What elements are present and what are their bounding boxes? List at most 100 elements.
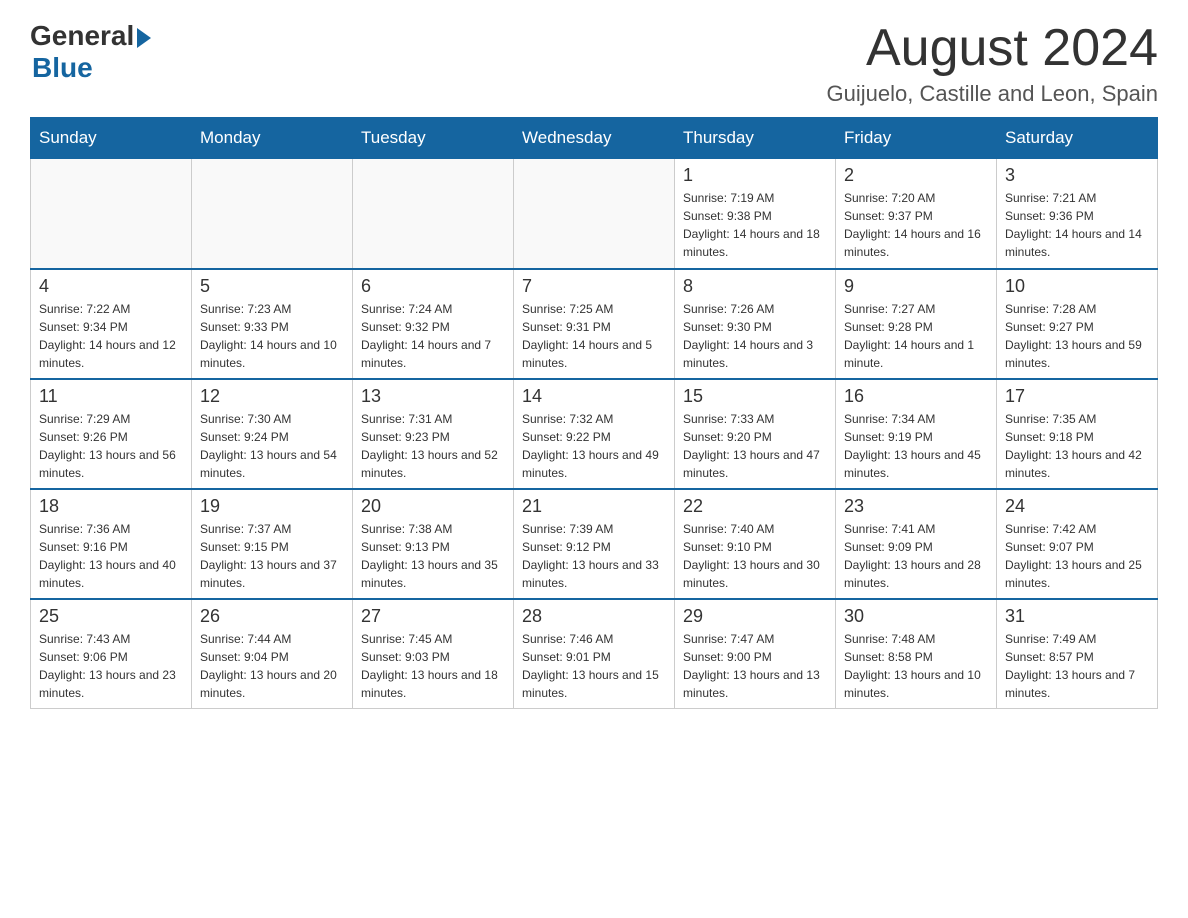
day-number: 25: [39, 606, 183, 627]
day-sun-info: Sunrise: 7:47 AMSunset: 9:00 PMDaylight:…: [683, 630, 827, 702]
calendar-cell: 22 Sunrise: 7:40 AMSunset: 9:10 PMDayligh…: [675, 489, 836, 599]
day-number: 3: [1005, 165, 1149, 186]
day-number: 20: [361, 496, 505, 517]
calendar-cell: 29 Sunrise: 7:47 AMSunset: 9:00 PMDayligh…: [675, 599, 836, 709]
day-number: 26: [200, 606, 344, 627]
day-sun-info: Sunrise: 7:31 AMSunset: 9:23 PMDaylight:…: [361, 410, 505, 482]
day-sun-info: Sunrise: 7:48 AMSunset: 8:58 PMDaylight:…: [844, 630, 988, 702]
day-number: 14: [522, 386, 666, 407]
calendar-cell: 11 Sunrise: 7:29 AMSunset: 9:26 PMDayligh…: [31, 379, 192, 489]
calendar-cell: 18 Sunrise: 7:36 AMSunset: 9:16 PMDayligh…: [31, 489, 192, 599]
day-number: 18: [39, 496, 183, 517]
calendar-cell: [353, 159, 514, 269]
day-number: 2: [844, 165, 988, 186]
calendar-header-wednesday: Wednesday: [514, 118, 675, 159]
day-sun-info: Sunrise: 7:20 AMSunset: 9:37 PMDaylight:…: [844, 189, 988, 261]
calendar-cell: 14Sunrise: 7:32 AMSunset: 9:22 PMDayligh…: [514, 379, 675, 489]
calendar-cell: 24 Sunrise: 7:42 AMSunset: 9:07 PMDayligh…: [997, 489, 1158, 599]
calendar-cell: 26 Sunrise: 7:44 AMSunset: 9:04 PMDayligh…: [192, 599, 353, 709]
day-number: 23: [844, 496, 988, 517]
calendar-header-monday: Monday: [192, 118, 353, 159]
day-number: 28: [522, 606, 666, 627]
day-sun-info: Sunrise: 7:33 AMSunset: 9:20 PMDaylight:…: [683, 410, 827, 482]
day-number: 10: [1005, 276, 1149, 297]
day-number: 16: [844, 386, 988, 407]
calendar-cell: 8 Sunrise: 7:26 AMSunset: 9:30 PMDaylight…: [675, 269, 836, 379]
calendar-header-friday: Friday: [836, 118, 997, 159]
day-number: 30: [844, 606, 988, 627]
day-sun-info: Sunrise: 7:42 AMSunset: 9:07 PMDaylight:…: [1005, 520, 1149, 592]
day-number: 4: [39, 276, 183, 297]
day-sun-info: Sunrise: 7:40 AMSunset: 9:10 PMDaylight:…: [683, 520, 827, 592]
calendar-header-row: SundayMondayTuesdayWednesdayThursdayFrid…: [31, 118, 1158, 159]
day-sun-info: Sunrise: 7:22 AMSunset: 9:34 PMDaylight:…: [39, 300, 183, 372]
calendar-cell: 20Sunrise: 7:38 AMSunset: 9:13 PMDayligh…: [353, 489, 514, 599]
calendar-cell: 16 Sunrise: 7:34 AMSunset: 9:19 PMDayligh…: [836, 379, 997, 489]
day-sun-info: Sunrise: 7:46 AMSunset: 9:01 PMDaylight:…: [522, 630, 666, 702]
day-sun-info: Sunrise: 7:21 AMSunset: 9:36 PMDaylight:…: [1005, 189, 1149, 261]
day-sun-info: Sunrise: 7:30 AMSunset: 9:24 PMDaylight:…: [200, 410, 344, 482]
day-sun-info: Sunrise: 7:26 AMSunset: 9:30 PMDaylight:…: [683, 300, 827, 372]
day-number: 22: [683, 496, 827, 517]
calendar-cell: 5 Sunrise: 7:23 AMSunset: 9:33 PMDaylight…: [192, 269, 353, 379]
calendar-cell: 6 Sunrise: 7:24 AMSunset: 9:32 PMDaylight…: [353, 269, 514, 379]
day-sun-info: Sunrise: 7:29 AMSunset: 9:26 PMDaylight:…: [39, 410, 183, 482]
logo-blue-text: Blue: [32, 52, 93, 84]
day-number: 17: [1005, 386, 1149, 407]
calendar-cell: 1 Sunrise: 7:19 AMSunset: 9:38 PMDaylight…: [675, 159, 836, 269]
day-sun-info: Sunrise: 7:34 AMSunset: 9:19 PMDaylight:…: [844, 410, 988, 482]
calendar-table: SundayMondayTuesdayWednesdayThursdayFrid…: [30, 117, 1158, 709]
day-number: 6: [361, 276, 505, 297]
calendar-header-saturday: Saturday: [997, 118, 1158, 159]
day-number: 11: [39, 386, 183, 407]
day-sun-info: Sunrise: 7:36 AMSunset: 9:16 PMDaylight:…: [39, 520, 183, 592]
day-sun-info: Sunrise: 7:25 AMSunset: 9:31 PMDaylight:…: [522, 300, 666, 372]
day-sun-info: Sunrise: 7:39 AMSunset: 9:12 PMDaylight:…: [522, 520, 666, 592]
day-number: 21: [522, 496, 666, 517]
calendar-cell: [31, 159, 192, 269]
day-number: 12: [200, 386, 344, 407]
logo-general-text: General: [30, 20, 134, 52]
calendar-cell: 28 Sunrise: 7:46 AMSunset: 9:01 PMDayligh…: [514, 599, 675, 709]
calendar-cell: 12 Sunrise: 7:30 AMSunset: 9:24 PMDayligh…: [192, 379, 353, 489]
month-year-title: August 2024: [827, 20, 1158, 77]
logo-arrow-icon: [137, 28, 151, 48]
calendar-cell: 4 Sunrise: 7:22 AMSunset: 9:34 PMDaylight…: [31, 269, 192, 379]
calendar-cell: 31Sunrise: 7:49 AMSunset: 8:57 PMDayligh…: [997, 599, 1158, 709]
calendar-cell: 17 Sunrise: 7:35 AMSunset: 9:18 PMDayligh…: [997, 379, 1158, 489]
day-number: 5: [200, 276, 344, 297]
calendar-cell: 25Sunrise: 7:43 AMSunset: 9:06 PMDayligh…: [31, 599, 192, 709]
calendar-header-tuesday: Tuesday: [353, 118, 514, 159]
calendar-cell: 23Sunrise: 7:41 AMSunset: 9:09 PMDayligh…: [836, 489, 997, 599]
title-section: August 2024 Guijuelo, Castille and Leon,…: [827, 20, 1158, 107]
calendar-header-thursday: Thursday: [675, 118, 836, 159]
calendar-cell: 3 Sunrise: 7:21 AMSunset: 9:36 PMDaylight…: [997, 159, 1158, 269]
day-sun-info: Sunrise: 7:35 AMSunset: 9:18 PMDaylight:…: [1005, 410, 1149, 482]
day-number: 24: [1005, 496, 1149, 517]
day-sun-info: Sunrise: 7:45 AMSunset: 9:03 PMDaylight:…: [361, 630, 505, 702]
day-sun-info: Sunrise: 7:28 AMSunset: 9:27 PMDaylight:…: [1005, 300, 1149, 372]
calendar-cell: 2 Sunrise: 7:20 AMSunset: 9:37 PMDaylight…: [836, 159, 997, 269]
day-number: 9: [844, 276, 988, 297]
day-sun-info: Sunrise: 7:27 AMSunset: 9:28 PMDaylight:…: [844, 300, 988, 372]
calendar-week-row-2: 4 Sunrise: 7:22 AMSunset: 9:34 PMDaylight…: [31, 269, 1158, 379]
calendar-cell: 15Sunrise: 7:33 AMSunset: 9:20 PMDayligh…: [675, 379, 836, 489]
day-number: 1: [683, 165, 827, 186]
location-subtitle: Guijuelo, Castille and Leon, Spain: [827, 81, 1158, 107]
day-number: 29: [683, 606, 827, 627]
calendar-cell: 9 Sunrise: 7:27 AMSunset: 9:28 PMDaylight…: [836, 269, 997, 379]
calendar-cell: 19Sunrise: 7:37 AMSunset: 9:15 PMDayligh…: [192, 489, 353, 599]
day-sun-info: Sunrise: 7:24 AMSunset: 9:32 PMDaylight:…: [361, 300, 505, 372]
day-number: 19: [200, 496, 344, 517]
day-sun-info: Sunrise: 7:44 AMSunset: 9:04 PMDaylight:…: [200, 630, 344, 702]
day-number: 8: [683, 276, 827, 297]
calendar-cell: 13Sunrise: 7:31 AMSunset: 9:23 PMDayligh…: [353, 379, 514, 489]
day-sun-info: Sunrise: 7:19 AMSunset: 9:38 PMDaylight:…: [683, 189, 827, 261]
calendar-cell: [192, 159, 353, 269]
calendar-cell: 30 Sunrise: 7:48 AMSunset: 8:58 PMDayligh…: [836, 599, 997, 709]
day-sun-info: Sunrise: 7:23 AMSunset: 9:33 PMDaylight:…: [200, 300, 344, 372]
calendar-cell: 10 Sunrise: 7:28 AMSunset: 9:27 PMDayligh…: [997, 269, 1158, 379]
calendar-week-row-3: 11 Sunrise: 7:29 AMSunset: 9:26 PMDayligh…: [31, 379, 1158, 489]
calendar-cell: 21 Sunrise: 7:39 AMSunset: 9:12 PMDayligh…: [514, 489, 675, 599]
logo: General Blue: [30, 20, 151, 84]
